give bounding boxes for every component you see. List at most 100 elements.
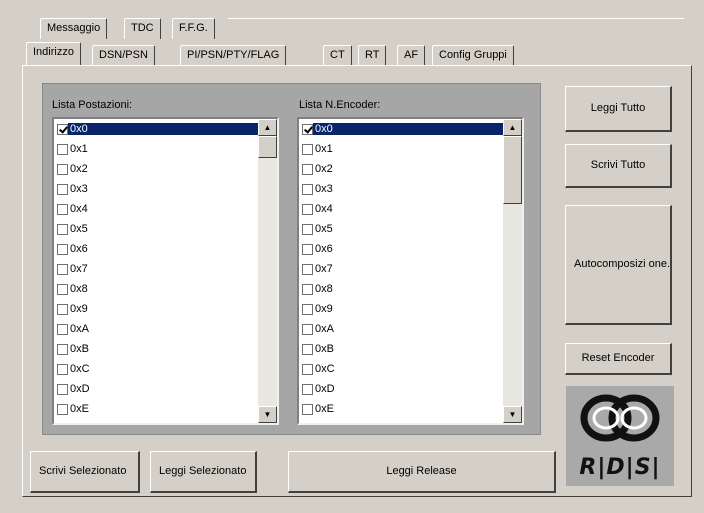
list-item-label: 0x6 bbox=[70, 243, 88, 255]
tab-af[interactable]: AF bbox=[397, 45, 426, 66]
list-item[interactable]: 0x8 bbox=[299, 279, 504, 299]
tab-config-gruppi[interactable]: Config Gruppi bbox=[432, 45, 514, 66]
list-item-label: 0x8 bbox=[70, 283, 88, 295]
tab-pi-psn-pty-flag[interactable]: PI/PSN/PTY/FLAG bbox=[180, 45, 287, 66]
checkbox-icon[interactable] bbox=[302, 123, 313, 135]
lista-postazioni-listbox[interactable]: 0x0 0x1 0x2 0x3 0x4 0x5 0x6 0x7 0x8 0x9 0xA 0xB 0xC 0… bbox=[52, 117, 279, 425]
checkbox-icon[interactable] bbox=[57, 323, 68, 335]
checkbox-icon[interactable] bbox=[302, 403, 313, 415]
scroll-down-arrow-icon[interactable]: ▼ bbox=[503, 406, 522, 423]
list-item[interactable]: 0x0 bbox=[54, 119, 259, 139]
checkbox-icon[interactable] bbox=[302, 223, 313, 235]
checkbox-icon[interactable] bbox=[302, 163, 313, 175]
checkbox-icon[interactable] bbox=[302, 203, 313, 215]
checkbox-icon[interactable] bbox=[302, 183, 313, 195]
list-item[interactable]: 0x9 bbox=[299, 299, 504, 319]
checkbox-icon[interactable] bbox=[302, 323, 313, 335]
checkbox-icon[interactable] bbox=[57, 183, 68, 195]
leggi-tutto-button[interactable]: Leggi Tutto bbox=[565, 86, 672, 132]
checkbox-icon[interactable] bbox=[302, 363, 313, 375]
checkbox-icon[interactable] bbox=[57, 403, 68, 415]
checkbox-icon[interactable] bbox=[57, 123, 68, 135]
list-item-label: 0x9 bbox=[315, 303, 333, 315]
list-item-label: 0x1 bbox=[70, 143, 88, 155]
tab-tdc[interactable]: TDC bbox=[124, 18, 161, 39]
list-item[interactable]: 0x3 bbox=[54, 179, 259, 199]
list-item[interactable]: 0xC bbox=[299, 359, 504, 379]
lista-postazioni-scrollbar[interactable]: ▲ ▼ bbox=[258, 119, 277, 423]
list-item[interactable]: 0xB bbox=[54, 339, 259, 359]
list-item[interactable]: 0x0 bbox=[299, 119, 504, 139]
rds-logo-text: R|D|S| bbox=[579, 455, 661, 480]
scroll-down-arrow-icon[interactable]: ▼ bbox=[258, 406, 277, 423]
checkbox-icon[interactable] bbox=[302, 303, 313, 315]
list-item[interactable]: 0x5 bbox=[54, 219, 259, 239]
checkbox-icon[interactable] bbox=[302, 383, 313, 395]
autocomposizione-button[interactable]: Autocomposizi one. bbox=[565, 205, 672, 325]
list-item-label: 0xC bbox=[315, 363, 335, 375]
rds-logo-icon: R|D|S| bbox=[566, 386, 674, 486]
lista-encoder-scrollbar[interactable]: ▲ ▼ bbox=[503, 119, 522, 423]
tab-ct[interactable]: CT bbox=[323, 45, 352, 66]
scroll-up-arrow-icon[interactable]: ▲ bbox=[503, 119, 522, 136]
list-item[interactable]: 0x3 bbox=[299, 179, 504, 199]
list-item[interactable]: 0xD bbox=[299, 379, 504, 399]
checkbox-icon[interactable] bbox=[57, 143, 68, 155]
list-item[interactable]: 0x1 bbox=[299, 139, 504, 159]
checkbox-icon[interactable] bbox=[57, 303, 68, 315]
list-item-label: 0x3 bbox=[315, 183, 333, 195]
scroll-thumb[interactable] bbox=[258, 136, 277, 158]
list-item-label: 0xE bbox=[315, 403, 334, 415]
checkbox-icon[interactable] bbox=[302, 263, 313, 275]
tab-dsn-psn[interactable]: DSN/PSN bbox=[92, 45, 155, 66]
list-item[interactable]: 0x7 bbox=[54, 259, 259, 279]
list-item[interactable]: 0xC bbox=[54, 359, 259, 379]
checkbox-icon[interactable] bbox=[57, 243, 68, 255]
tab-indirizzo[interactable]: Indirizzo bbox=[26, 42, 81, 65]
list-item[interactable]: 0xA bbox=[299, 319, 504, 339]
checkbox-icon[interactable] bbox=[302, 143, 313, 155]
tab-ffg[interactable]: F.F.G. bbox=[172, 18, 215, 39]
tab-rt[interactable]: RT bbox=[358, 45, 387, 66]
reset-encoder-button[interactable]: Reset Encoder bbox=[565, 343, 672, 375]
list-item-label: 0xE bbox=[70, 403, 89, 415]
list-item[interactable]: 0x6 bbox=[299, 239, 504, 259]
checkbox-icon[interactable] bbox=[302, 243, 313, 255]
list-item[interactable]: 0x4 bbox=[54, 199, 259, 219]
list-item[interactable]: 0x9 bbox=[54, 299, 259, 319]
list-item[interactable]: 0xB bbox=[299, 339, 504, 359]
checkbox-icon[interactable] bbox=[302, 343, 313, 355]
scrivi-selezionato-button[interactable]: Scrivi Selezionato bbox=[30, 451, 140, 493]
list-item[interactable]: 0xA bbox=[54, 319, 259, 339]
checkbox-icon[interactable] bbox=[57, 383, 68, 395]
checkbox-icon[interactable] bbox=[57, 263, 68, 275]
list-item[interactable]: 0x2 bbox=[299, 159, 504, 179]
checkbox-icon[interactable] bbox=[57, 223, 68, 235]
scrivi-tutto-button[interactable]: Scrivi Tutto bbox=[565, 144, 672, 188]
list-item-label: 0x2 bbox=[70, 163, 88, 175]
lista-encoder-listbox[interactable]: 0x0 0x1 0x2 0x3 0x4 0x5 0x6 0x7 0x8 0x9 0xA 0xB 0xC 0… bbox=[297, 117, 524, 425]
list-item[interactable]: 0x7 bbox=[299, 259, 504, 279]
checkbox-icon[interactable] bbox=[57, 343, 68, 355]
list-item-label: 0x7 bbox=[70, 263, 88, 275]
scroll-thumb[interactable] bbox=[503, 136, 522, 204]
tab-messaggio[interactable]: Messaggio bbox=[40, 18, 108, 39]
list-item[interactable]: 0xD bbox=[54, 379, 259, 399]
checkbox-icon[interactable] bbox=[57, 163, 68, 175]
checkbox-icon[interactable] bbox=[57, 203, 68, 215]
leggi-release-button[interactable]: Leggi Release bbox=[288, 451, 556, 493]
list-item[interactable]: 0xE bbox=[299, 399, 504, 419]
list-item[interactable]: 0x6 bbox=[54, 239, 259, 259]
checkbox-icon[interactable] bbox=[57, 363, 68, 375]
list-item[interactable]: 0x1 bbox=[54, 139, 259, 159]
list-item[interactable]: 0x4 bbox=[299, 199, 504, 219]
scroll-up-arrow-icon[interactable]: ▲ bbox=[258, 119, 277, 136]
list-item[interactable]: 0x2 bbox=[54, 159, 259, 179]
list-item[interactable]: 0xE bbox=[54, 399, 259, 419]
leggi-selezionato-button[interactable]: Leggi Selezionato bbox=[150, 451, 257, 493]
list-item-label: 0x5 bbox=[70, 223, 88, 235]
checkbox-icon[interactable] bbox=[302, 283, 313, 295]
list-item[interactable]: 0x8 bbox=[54, 279, 259, 299]
checkbox-icon[interactable] bbox=[57, 283, 68, 295]
list-item[interactable]: 0x5 bbox=[299, 219, 504, 239]
